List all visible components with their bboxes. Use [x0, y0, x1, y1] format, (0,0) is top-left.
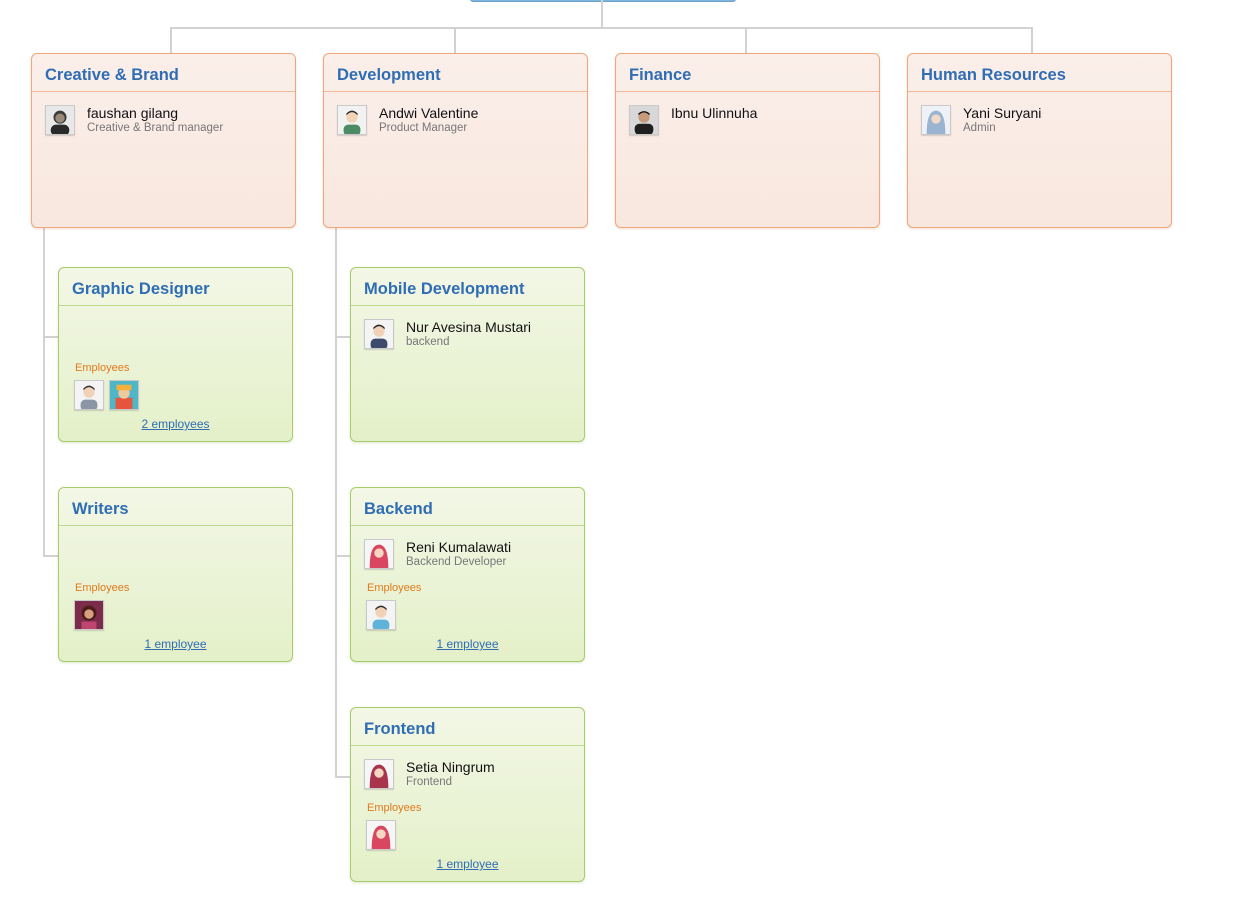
- dept-development[interactable]: Development Andwi Valentine Product Mana…: [323, 53, 588, 228]
- dept-title[interactable]: Creative & Brand: [45, 66, 179, 85]
- costume-avatar-icon[interactable]: [109, 380, 139, 410]
- team-frontend[interactable]: Frontend Setia Ningrum Frontend Employee…: [350, 707, 585, 882]
- employees-link[interactable]: 1 employee: [351, 637, 584, 651]
- employees-label: Employees: [367, 802, 422, 814]
- male-avatar-navy-icon[interactable]: [364, 319, 394, 349]
- employees-link[interactable]: 1 employee: [351, 857, 584, 871]
- male-avatar-blue-shirt-icon[interactable]: [366, 600, 396, 630]
- manager-name: faushan gilang: [87, 105, 179, 121]
- male-photo-dark-icon[interactable]: [629, 105, 659, 135]
- lead-name: Nur Avesina Mustari: [406, 319, 532, 335]
- team-title[interactable]: Writers: [72, 500, 129, 519]
- manager-name: Ibnu Ulinnuha: [671, 105, 758, 121]
- manager-role: Admin: [963, 122, 996, 134]
- divider: [32, 91, 295, 92]
- female-hijab-red-icon[interactable]: [366, 820, 396, 850]
- team-title[interactable]: Mobile Development: [364, 280, 524, 299]
- divider: [324, 91, 587, 92]
- manager-name: Yani Suryani: [963, 105, 1042, 121]
- lead-role: backend: [406, 336, 450, 348]
- dept-title[interactable]: Finance: [629, 66, 691, 85]
- divider: [59, 305, 292, 306]
- team-graphic-designer[interactable]: Graphic Designer Employees 2 employees: [58, 267, 293, 442]
- divider: [908, 91, 1171, 92]
- lead-role: Backend Developer: [406, 556, 507, 568]
- divider: [351, 525, 584, 526]
- team-title[interactable]: Frontend: [364, 720, 436, 739]
- employees-label: Employees: [367, 582, 422, 594]
- female-hijab-maroon-icon[interactable]: [364, 759, 394, 789]
- manager-role: Product Manager: [379, 122, 468, 134]
- lead-name: Setia Ningrum: [406, 759, 495, 775]
- dept-title[interactable]: Development: [337, 66, 441, 85]
- lead-name: Reni Kumalawati: [406, 539, 512, 555]
- root-node-edge[interactable]: [470, 0, 736, 2]
- female-hijab-blue-icon[interactable]: [921, 105, 951, 135]
- employees-link[interactable]: 1 employee: [59, 637, 292, 651]
- team-backend[interactable]: Backend Reni Kumalawati Backend Develope…: [350, 487, 585, 662]
- employees-link[interactable]: 2 employees: [59, 417, 292, 431]
- divider: [351, 305, 584, 306]
- male-avatar-green-icon[interactable]: [337, 105, 367, 135]
- divider: [351, 745, 584, 746]
- divider: [616, 91, 879, 92]
- team-mobile-development[interactable]: Mobile Development Nur Avesina Mustari b…: [350, 267, 585, 442]
- dept-human-resources[interactable]: Human Resources Yani Suryani Admin: [907, 53, 1172, 228]
- lead-role: Frontend: [406, 776, 453, 788]
- female-hijab-red-icon[interactable]: [364, 539, 394, 569]
- employees-label: Employees: [75, 362, 130, 374]
- employees-label: Employees: [75, 582, 130, 594]
- manager-name: Andwi Valentine: [379, 105, 479, 121]
- female-photo-icon[interactable]: [74, 600, 104, 630]
- male-avatar-icon[interactable]: [74, 380, 104, 410]
- team-title[interactable]: Graphic Designer: [72, 280, 210, 299]
- dept-creative-brand[interactable]: Creative & Brand faushan gilang Creative…: [31, 53, 296, 228]
- team-title[interactable]: Backend: [364, 500, 433, 519]
- male-portrait-dark-icon[interactable]: [45, 105, 75, 135]
- team-writers[interactable]: Writers Employees 1 employee: [58, 487, 293, 662]
- dept-finance[interactable]: Finance Ibnu Ulinnuha: [615, 53, 880, 228]
- dept-title[interactable]: Human Resources: [921, 66, 1066, 85]
- manager-role: Creative & Brand manager: [87, 122, 224, 134]
- divider: [59, 525, 292, 526]
